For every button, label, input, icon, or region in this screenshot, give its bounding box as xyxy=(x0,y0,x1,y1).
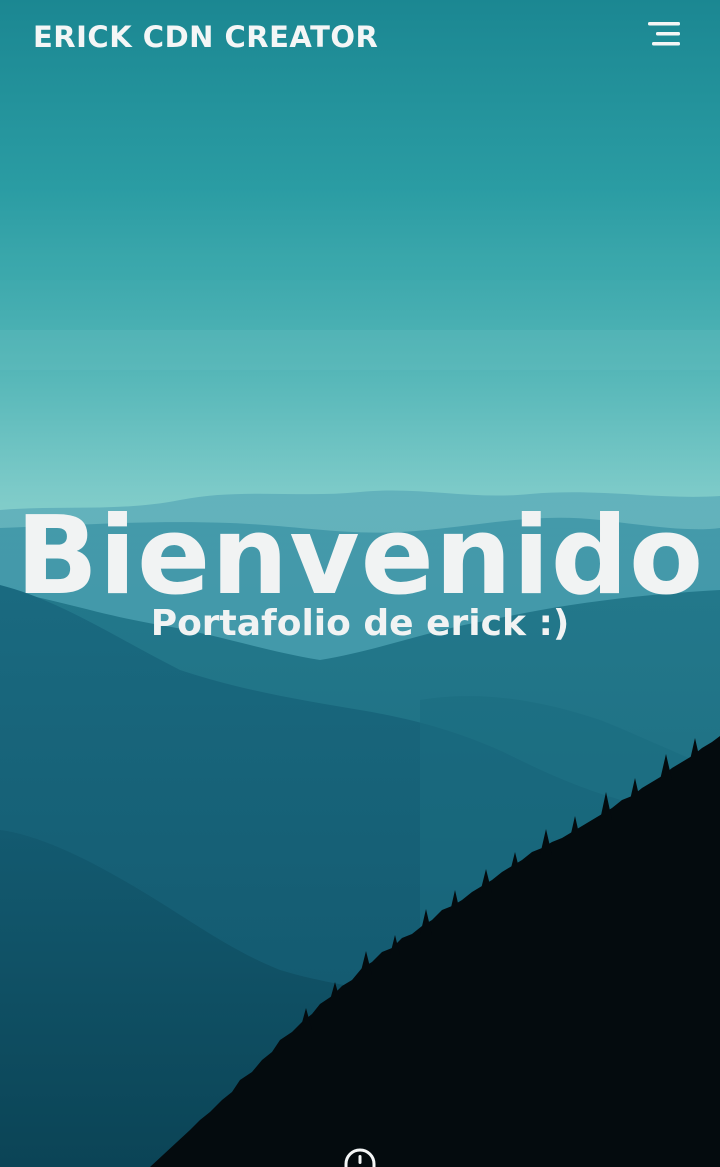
mouse-scroll-icon xyxy=(343,1147,377,1167)
scroll-down-button[interactable] xyxy=(343,1147,377,1167)
menu-icon xyxy=(640,18,688,54)
menu-button[interactable] xyxy=(640,18,688,54)
brand-logo-text[interactable]: ERICK CDN CREATOR xyxy=(33,20,378,54)
hero-subtitle: Portafolio de erick :) xyxy=(150,603,570,644)
top-navigation-bar: ERICK CDN CREATOR xyxy=(0,0,720,80)
landing-page: ERICK CDN CREATOR Bienvenido Portafolio … xyxy=(0,0,720,1167)
